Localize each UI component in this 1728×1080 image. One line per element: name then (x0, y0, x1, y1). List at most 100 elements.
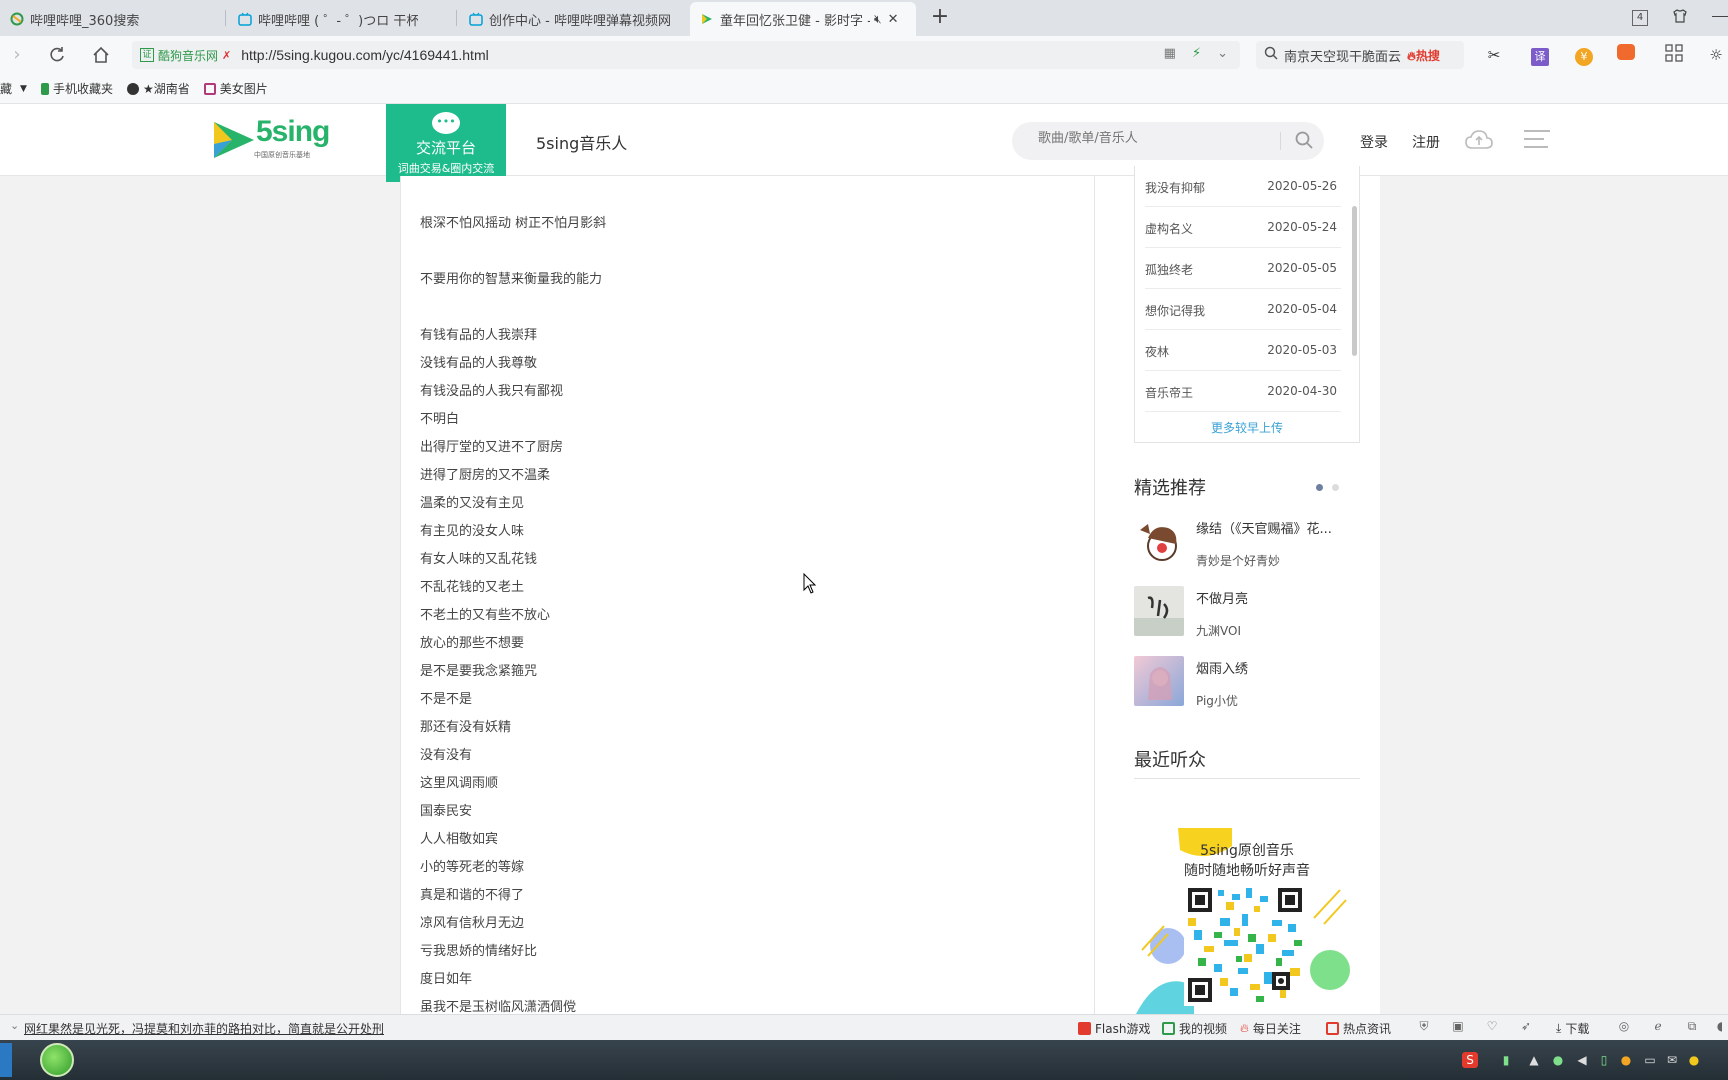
recommendation-item[interactable]: 不做月亮 九渊VOI (1134, 586, 1360, 646)
screenshot-icon[interactable]: ▣ (1450, 1019, 1466, 1035)
upload-title[interactable]: 我没有抑郁 (1145, 179, 1205, 196)
download-qr-code[interactable] (1184, 884, 1306, 1006)
eye-icon[interactable]: ◎ (1616, 1019, 1632, 1035)
speaker-muted-icon[interactable]: 🔇︎ (874, 12, 882, 27)
tab-bilibili-creator[interactable]: 创作中心 - 哔哩哔哩弹幕视频网 (459, 2, 685, 36)
shield-icon[interactable]: ⛨ (1416, 1019, 1432, 1035)
upload-title[interactable]: 夜林 (1145, 343, 1169, 360)
bookmark-mobile[interactable]: 手机收藏夹 (40, 80, 113, 97)
recommendation-artist[interactable]: 九渊VOI (1196, 622, 1241, 639)
notification-icon[interactable]: ● (1686, 1052, 1702, 1068)
bookmark-favorites[interactable]: 藏 ▼ (0, 80, 27, 97)
360-browser-taskbar-icon[interactable] (40, 1043, 74, 1077)
tab-5sing-active[interactable]: 童年回忆张卫健 - 影时字 - 5 🔇︎ ✕ (690, 2, 916, 36)
new-tab-button[interactable]: + (928, 6, 952, 30)
my-videos-link[interactable]: 我的视频 (1162, 1020, 1227, 1037)
address-bar[interactable]: 证 酷狗音乐网 ✗ http://5sing.kugou.com/yc/4169… (132, 41, 1240, 69)
search-icon[interactable] (1294, 130, 1314, 150)
tab-bilibili-home[interactable]: 哔哩哔哩 ( ゜- ゜)つロ 干杯~-bil (228, 2, 428, 36)
speed-mode-icon[interactable]: ⚡ (1192, 46, 1201, 61)
upload-row[interactable]: 孤独终老 2020-05-05 (1145, 248, 1341, 289)
heart-icon[interactable]: ♡ (1484, 1019, 1500, 1035)
bookmark-hunan[interactable]: ★湖南省 (126, 80, 190, 97)
recommendation-title[interactable]: 缘结（《天官赐福》花... (1196, 518, 1332, 537)
home-icon[interactable] (90, 44, 112, 66)
upload-row[interactable]: 虚构名义 2020-05-24 (1145, 207, 1341, 248)
upload-title[interactable]: 孤独终老 (1145, 261, 1193, 278)
site-search-input[interactable] (1038, 131, 1268, 146)
register-link[interactable]: 注册 (1412, 132, 1440, 152)
nav-musician-link[interactable]: 5sing音乐人 (536, 130, 627, 154)
upload-row[interactable]: 夜林 2020-05-03 (1145, 330, 1341, 371)
reload-icon[interactable] (46, 44, 68, 66)
carousel-dot-active[interactable] (1316, 484, 1323, 491)
recommendation-item[interactable]: 缘结（《天官赐福》花... 青妙是个好青妙 (1134, 516, 1360, 576)
upload-date: 2020-05-04 (1267, 302, 1337, 316)
scissors-icon[interactable]: ✂ (1482, 44, 1506, 66)
flash-games-link[interactable]: Flash游戏 (1078, 1020, 1150, 1037)
cover-thumbnail[interactable] (1134, 516, 1184, 566)
coupon-icon[interactable]: ¥ (1572, 44, 1596, 66)
rocket-icon[interactable]: ➶ (1518, 1019, 1534, 1035)
recommendation-item[interactable]: 烟雨入绣 Pig小优 (1134, 656, 1360, 716)
recommendation-title[interactable]: 烟雨入绣 (1196, 658, 1248, 677)
network-icon[interactable]: ▭ (1642, 1052, 1658, 1068)
mute-site-icon[interactable]: ✗ (222, 49, 231, 62)
chevron-down-icon[interactable]: ⌄ (1217, 46, 1228, 61)
action-center-icon[interactable]: ✉ (1664, 1052, 1680, 1068)
exchange-platform-button[interactable]: ••• 交流平台 词曲交易&圈内交流 (386, 104, 506, 182)
tab-360-search[interactable]: 哔哩哔哩_360搜索 (0, 2, 225, 36)
more-uploads-link[interactable]: 更多较早上传 (1135, 419, 1359, 436)
apps-grid-icon[interactable] (1662, 44, 1686, 66)
restore-icon[interactable]: ⧉ (1684, 1019, 1700, 1035)
cover-thumbnail[interactable] (1134, 586, 1184, 636)
upload-title[interactable]: 想你记得我 (1145, 302, 1205, 319)
volume-icon[interactable]: ◀ (1574, 1052, 1590, 1068)
forward-icon[interactable]: › (6, 44, 28, 66)
upload-title[interactable]: 虚构名义 (1145, 220, 1193, 237)
upload-row[interactable]: 音乐帝王 2020-04-30 (1145, 371, 1341, 412)
brightness-icon[interactable]: ☼ (1704, 44, 1728, 66)
lyric-line: 不是不是 (420, 692, 473, 707)
qq-tray-icon[interactable]: ● (1618, 1052, 1634, 1068)
certificate-badge[interactable]: 证 酷狗音乐网 (140, 47, 218, 64)
game-icon[interactable] (1614, 44, 1638, 66)
url-text[interactable]: http://5sing.kugou.com/yc/4169441.html (241, 47, 488, 63)
skin-icon[interactable] (1672, 8, 1688, 28)
speaker-icon[interactable]: ◖ (1712, 1019, 1728, 1035)
login-link[interactable]: 登录 (1360, 132, 1388, 152)
recommendation-artist[interactable]: Pig小优 (1196, 692, 1238, 709)
hot-news-link[interactable]: 热点资讯 (1326, 1020, 1391, 1037)
news-ticker-link[interactable]: 网红果然是见光死，冯提莫和刘亦菲的路拍对比，简直就是公开处刑 (24, 1020, 384, 1037)
list-scrollbar[interactable] (1352, 206, 1357, 356)
recommendation-artist[interactable]: 青妙是个好青妙 (1196, 552, 1280, 569)
security-tray-icon[interactable]: ● (1550, 1052, 1566, 1068)
battery-icon[interactable]: ▮ (1498, 1052, 1514, 1068)
daily-focus-link[interactable]: 🔥︎ 每日关注 (1240, 1020, 1301, 1037)
upload-row[interactable]: 我没有抑郁 2020-05-26 (1145, 166, 1341, 207)
close-tab-icon[interactable]: ✕ (888, 12, 899, 27)
cover-thumbnail[interactable] (1134, 656, 1184, 706)
minimize-icon[interactable] (1712, 16, 1728, 17)
video-icon (1162, 1022, 1175, 1035)
upload-row[interactable]: 想你记得我 2020-05-04 (1145, 289, 1341, 330)
upload-title[interactable]: 音乐帝王 (1145, 384, 1193, 401)
cloud-upload-icon[interactable] (1464, 128, 1494, 152)
translate-icon[interactable]: 译 (1528, 44, 1552, 66)
grid-view-icon[interactable]: ▦ (1164, 46, 1176, 61)
chevron-down-icon[interactable]: ⌄ (10, 1019, 19, 1032)
downloads-link[interactable]: ⤓ 下载 (1556, 1020, 1589, 1037)
tray-up-icon[interactable]: ▲ (1526, 1052, 1542, 1068)
carousel-dot[interactable] (1332, 484, 1339, 491)
search-query: 南京天空现干脆面云 (1284, 49, 1402, 65)
app-promo-banner[interactable]: 5sing原创音乐 随时随地畅听好声音 (1134, 828, 1360, 1014)
phone-tray-icon[interactable]: ▯ (1596, 1052, 1612, 1068)
menu-icon[interactable] (1524, 130, 1550, 150)
tab-count-badge[interactable]: 4 (1632, 10, 1648, 26)
recommendation-title[interactable]: 不做月亮 (1196, 588, 1248, 607)
bookmark-images[interactable]: 美女图片 (203, 80, 268, 97)
sogou-input-icon[interactable]: S (1462, 1052, 1478, 1068)
ie-icon[interactable]: ℯ (1650, 1019, 1666, 1035)
start-button[interactable] (0, 1043, 12, 1077)
browser-search-box[interactable]: 南京天空现干脆面云 🔥︎热搜 (1256, 41, 1464, 69)
